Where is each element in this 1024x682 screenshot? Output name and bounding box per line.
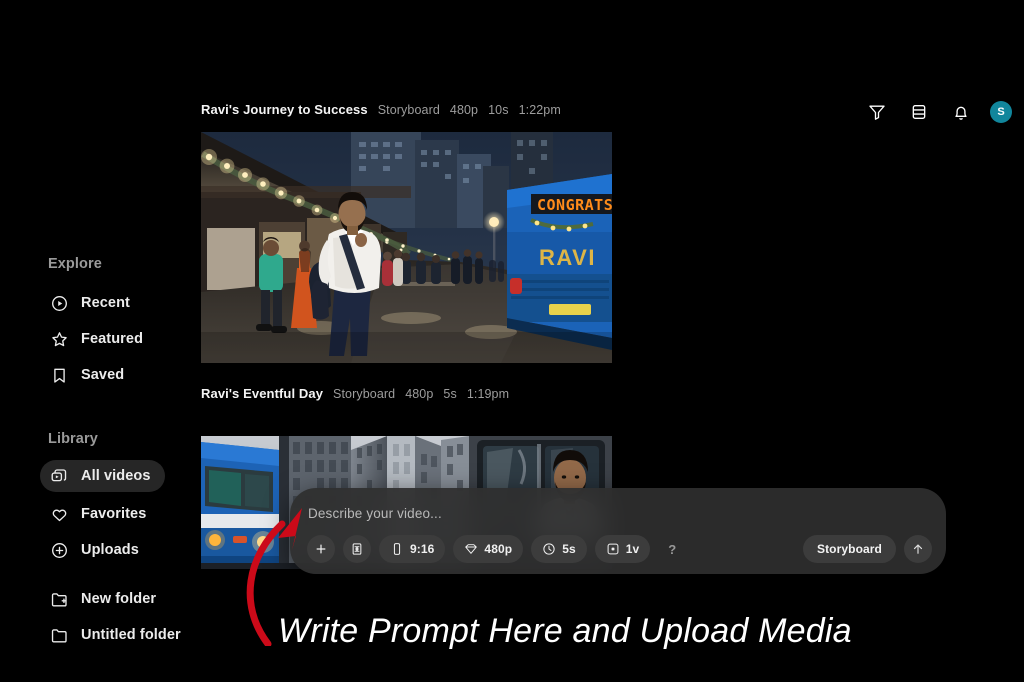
sidebar-item-label: Saved <box>81 367 125 383</box>
sidebar-item-label: Uploads <box>81 542 139 558</box>
sidebar-section-title-explore: Explore <box>48 256 102 272</box>
video-resolution: 480p <box>449 103 479 117</box>
sidebar-item-featured[interactable]: Featured <box>40 323 157 355</box>
video-stack-icon <box>50 467 69 486</box>
sidebar-item-label: New folder <box>81 591 157 607</box>
annotation-label: Write Prompt Here and Upload Media <box>278 612 852 650</box>
resolution-label: 480p <box>484 542 513 556</box>
svg-text:RAVI: RAVI <box>539 245 596 270</box>
prompt-input[interactable]: Describe your video... <box>308 506 442 521</box>
video-mode: Storyboard <box>333 387 396 401</box>
sidebar-item-label: Recent <box>81 295 130 311</box>
prompt-composer: Describe your video... 9:16 480p 5s 1v ?… <box>290 488 946 574</box>
sidebar-item-uploads[interactable]: Uploads <box>40 534 153 566</box>
sidebar-item-label: All videos <box>81 468 151 484</box>
resolution-button[interactable]: 480p <box>453 535 524 563</box>
duration-label: 5s <box>562 542 576 556</box>
sidebar-item-saved[interactable]: Saved <box>40 359 138 391</box>
sidebar-item-recent[interactable]: Recent <box>40 287 144 319</box>
video-duration: 5s <box>443 387 457 401</box>
video-timestamp: 1:19pm <box>466 387 510 401</box>
star-icon <box>50 330 69 349</box>
prompt-input-row: Describe your video... <box>308 502 928 524</box>
add-media-button[interactable] <box>307 535 335 563</box>
composer-right-actions: Storyboard <box>802 535 932 563</box>
play-circle-icon <box>50 294 69 313</box>
sidebar-item-new-folder[interactable]: New folder <box>40 583 170 615</box>
video-thumbnail[interactable]: CONGRATS RAVI <box>201 132 612 363</box>
duration-button[interactable]: 5s <box>531 535 587 563</box>
bookmark-icon <box>50 366 69 385</box>
video-duration: 10s <box>488 103 509 117</box>
sidebar-item-favorites[interactable]: Favorites <box>40 498 160 530</box>
sidebar: Explore Recent Featured Saved Library Al… <box>0 90 200 643</box>
video-resolution: 480p <box>405 387 434 401</box>
variations-button[interactable]: 1v <box>594 535 651 563</box>
heart-icon <box>50 505 69 524</box>
video-title: Ravi's Eventful Day <box>201 386 324 401</box>
video-timestamp: 1:22pm <box>518 103 561 117</box>
video-mode: Storyboard <box>377 103 440 117</box>
aspect-ratio-button[interactable]: 9:16 <box>379 535 446 563</box>
sidebar-item-label: Featured <box>81 331 144 347</box>
sidebar-item-label: Favorites <box>81 506 147 522</box>
plus-circle-icon <box>50 541 69 560</box>
help-button[interactable]: ? <box>658 535 686 563</box>
mode-button[interactable]: Storyboard <box>802 535 896 563</box>
variations-label: 1v <box>625 542 640 556</box>
folder-icon <box>50 626 69 645</box>
video-title: Ravi's Journey to Success <box>201 102 368 117</box>
video-meta-row: Ravi's Journey to Success Storyboard 480… <box>201 102 561 117</box>
sidebar-item-untitled-folder[interactable]: Untitled folder <box>40 619 195 651</box>
video-meta-row: Ravi's Eventful Day Storyboard 480p 5s 1… <box>201 386 509 401</box>
aspect-ratio-label: 9:16 <box>410 542 435 556</box>
sidebar-section-title-library: Library <box>48 431 98 447</box>
composer-toolbar: 9:16 480p 5s 1v ? Storyboard <box>307 533 932 565</box>
svg-text:CONGRATS: CONGRATS <box>537 196 612 214</box>
sidebar-item-label: Untitled folder <box>81 627 181 643</box>
sidebar-item-all-videos[interactable]: All videos <box>40 460 165 492</box>
send-button[interactable] <box>904 535 932 563</box>
storyboard-button[interactable] <box>343 535 371 563</box>
app-root: Explore Recent Featured Saved Library Al… <box>0 0 1024 682</box>
folder-plus-icon <box>50 590 69 609</box>
